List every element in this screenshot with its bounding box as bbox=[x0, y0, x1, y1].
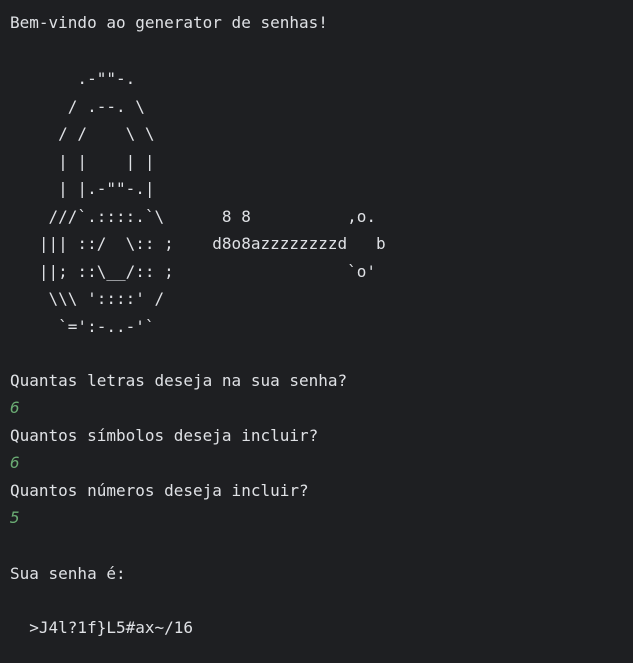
prompt-symbols: Quantos símbolos deseja incluir? bbox=[10, 426, 319, 445]
prompt-numbers: Quantos números deseja incluir? bbox=[10, 481, 309, 500]
ascii-art-line: `=':-..-'` bbox=[10, 316, 155, 336]
welcome-message: Bem-vindo ao generator de senhas! bbox=[10, 13, 328, 32]
answer-symbols: 6 bbox=[10, 453, 20, 472]
ascii-art-logo: .-""-. / .--. \ / / \ \ | | | | | |.-""-… bbox=[10, 65, 386, 340]
console-output: Bem-vindo ao generator de senhas! .-""-.… bbox=[0, 0, 633, 663]
answer-numbers: 5 bbox=[10, 508, 20, 527]
generated-password: >J4l?1f}L5#ax~/16 bbox=[10, 618, 194, 637]
ascii-art-line: ||; ::\__/:: ; `o' bbox=[10, 261, 377, 281]
ascii-art-line: | | | | bbox=[10, 151, 155, 171]
ascii-art-line: ///`.::::.`\ 8 8 ,o. bbox=[10, 206, 377, 226]
ascii-art-line: | |.-""-.| bbox=[10, 179, 155, 198]
ascii-art-line: \\\ '::::' / bbox=[10, 289, 165, 308]
prompt-letters: Quantas letras deseja na sua senha? bbox=[10, 371, 348, 390]
ascii-art-line: ||| ::/ \:: ; d8o8azzzzzzzzd b bbox=[10, 234, 386, 253]
result-label: Sua senha é: bbox=[10, 564, 126, 583]
ascii-art-line: / / \ \ bbox=[10, 124, 155, 143]
answer-letters: 6 bbox=[10, 398, 20, 417]
ascii-art-line: .-""-. bbox=[10, 69, 136, 88]
ascii-art-line: / .--. \ bbox=[10, 96, 145, 116]
